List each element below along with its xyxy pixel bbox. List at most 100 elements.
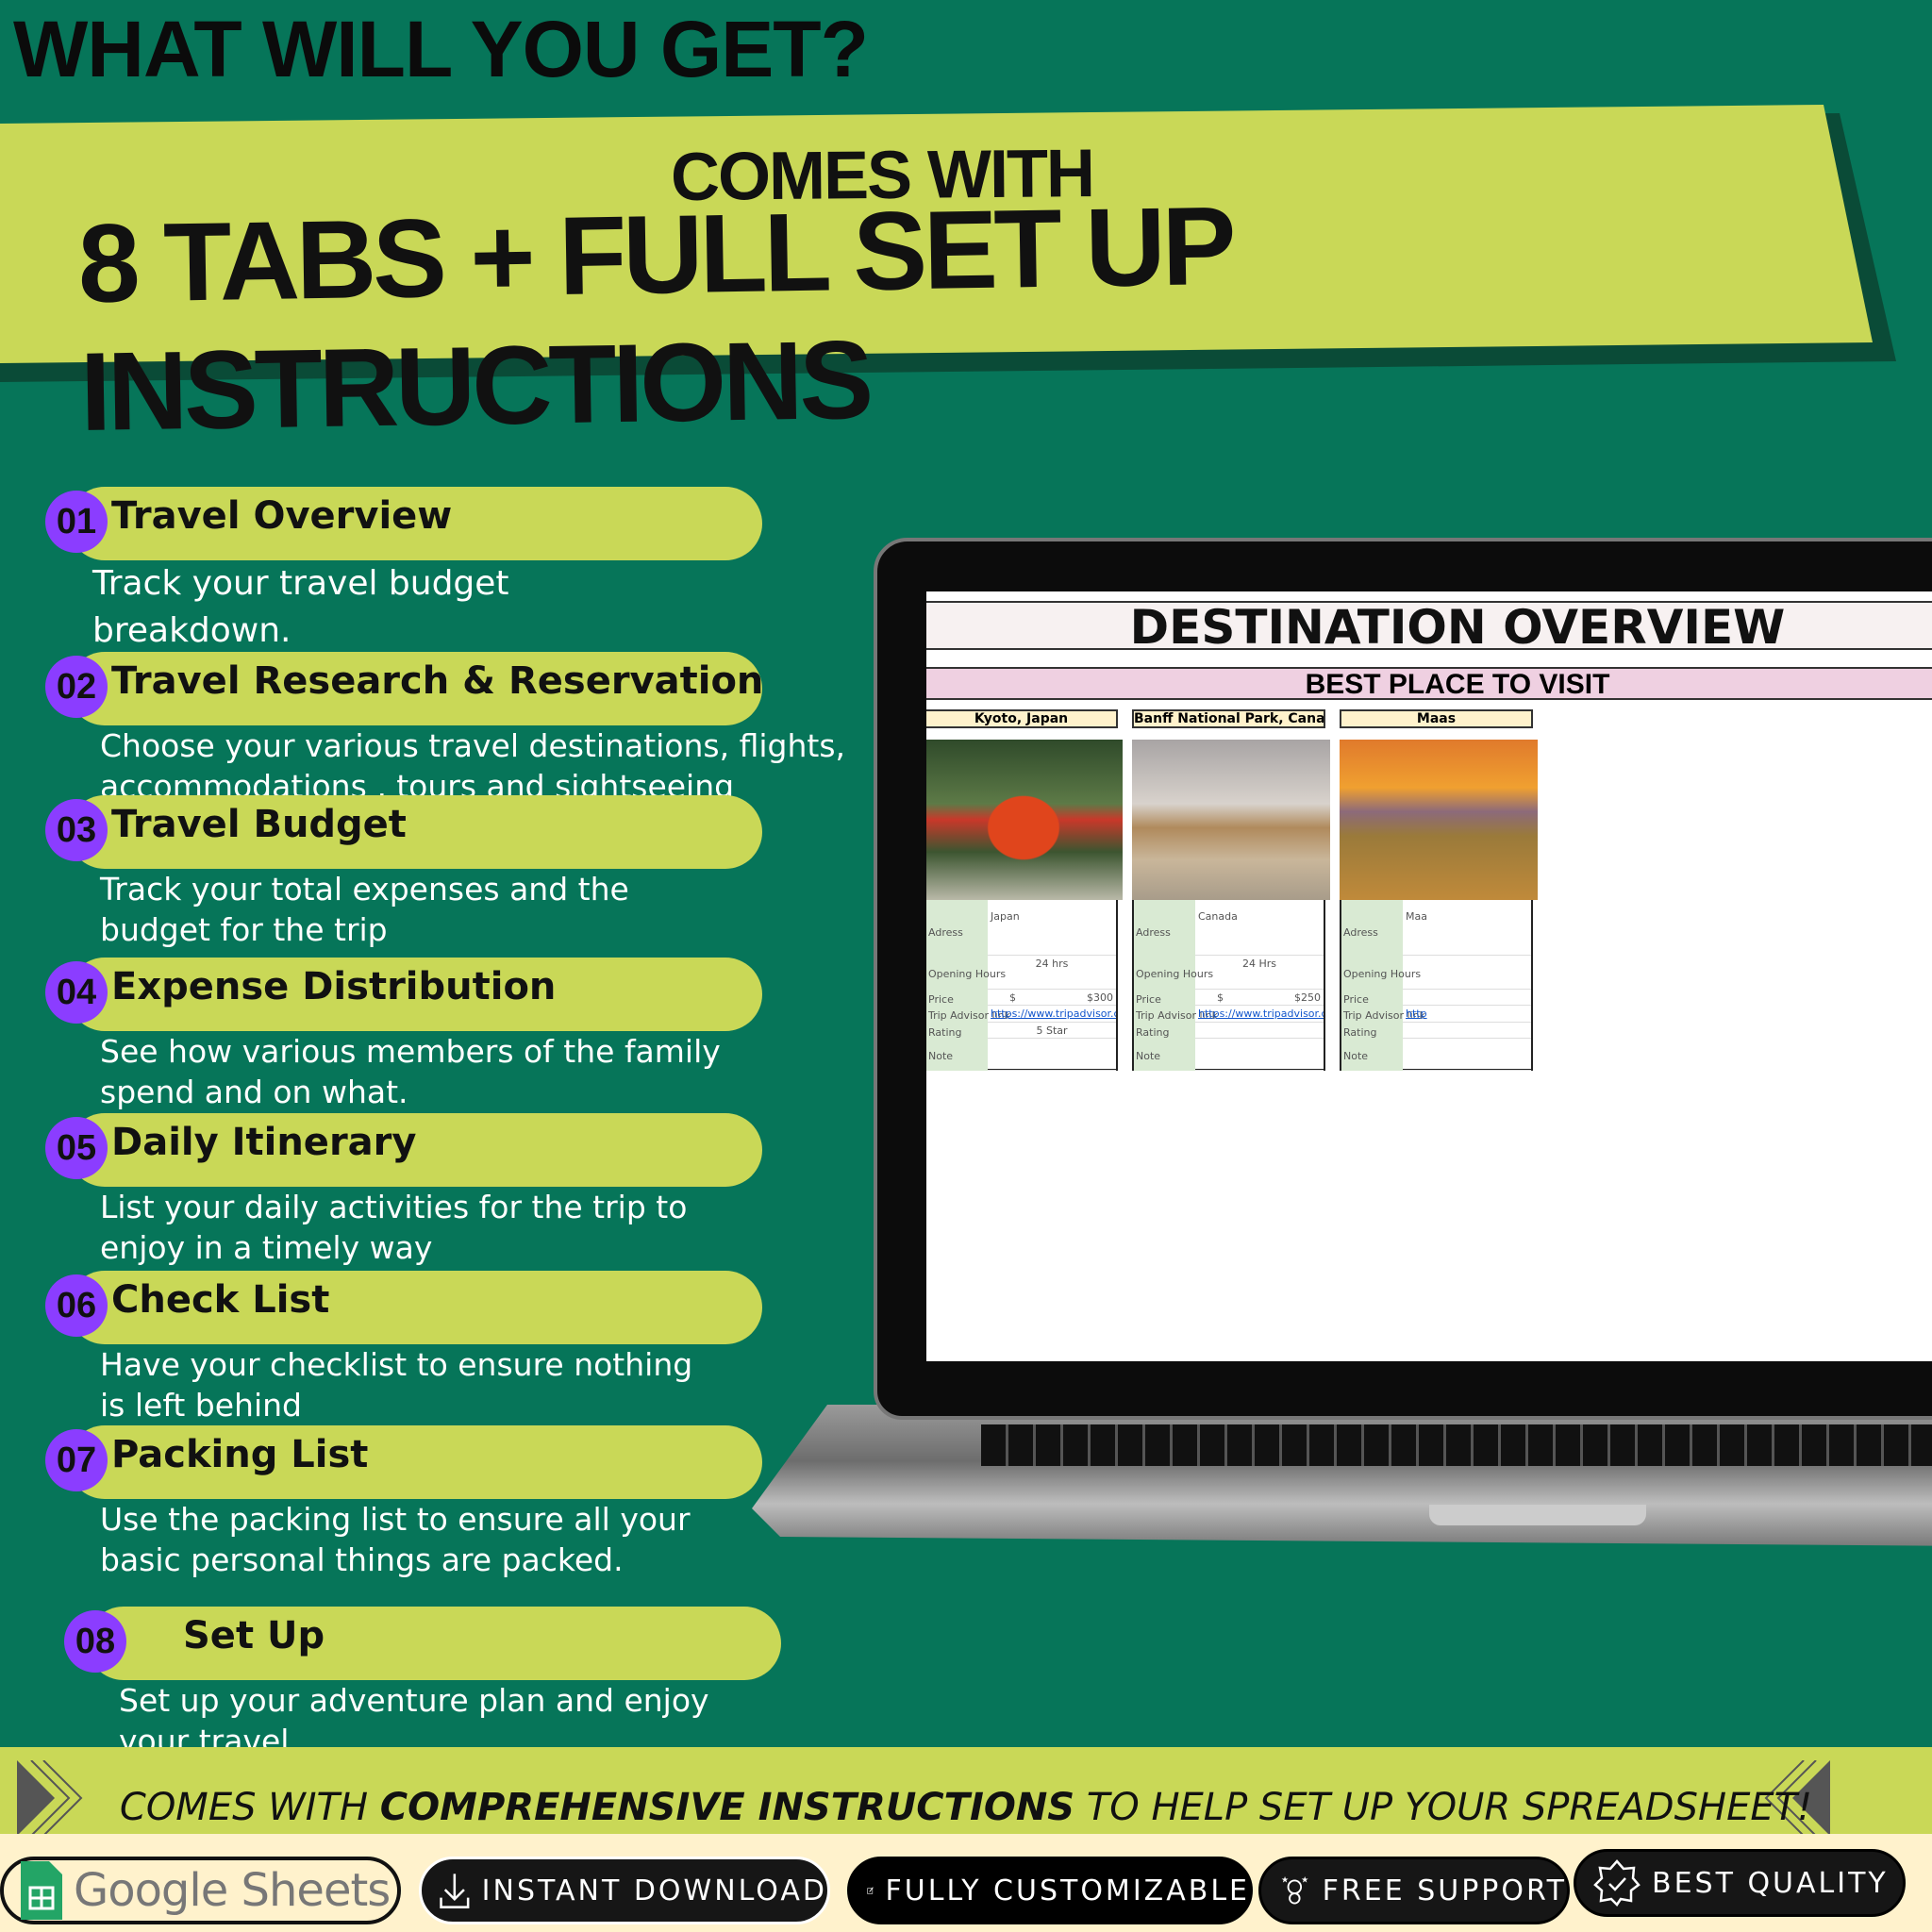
- feature-description: See how various members of the family sp…: [100, 1033, 721, 1110]
- tripadvisor-link[interactable]: http: [1406, 1008, 1427, 1020]
- support-label: FREE SUPPORT: [1322, 1874, 1567, 1907]
- row-value-price: $ $250: [1195, 990, 1324, 1006]
- download-icon: [440, 1874, 470, 1908]
- hours-value: 24 hrs: [1035, 958, 1069, 970]
- row-label-link: Trip Advisor link: [1343, 1009, 1425, 1022]
- destination-name: Maas: [1340, 709, 1533, 728]
- feature-title: Travel Budget: [111, 803, 407, 846]
- row-value-link: https://www.tripadvisor.com/Search: [1195, 1006, 1324, 1023]
- destination-name: Kyoto, Japan: [926, 709, 1118, 728]
- row-label-link: Trip Advisor link: [928, 1009, 1010, 1022]
- band-text-bold: COMPREHENSIVE INSTRUCTIONS: [379, 1786, 1075, 1829]
- feature-title: Travel Research & Reservation: [111, 659, 764, 703]
- banner-line2: 8 TABS + FULL SET UP INSTRUCTIONS: [76, 183, 1232, 455]
- row-label-address: Adress: [1136, 926, 1171, 939]
- row-label-note: Note: [1343, 1050, 1369, 1062]
- row-value-rating: 5 Star: [988, 1023, 1116, 1039]
- feature-title: Expense Distribution: [111, 965, 557, 1008]
- currency-value: $: [1009, 991, 1016, 1004]
- feature-number: 07: [45, 1429, 108, 1491]
- feature-number: 04: [45, 961, 108, 1024]
- row-value-price: [1403, 990, 1531, 1006]
- price-value: $300: [1087, 991, 1113, 1004]
- band-text-pre: COMES WITH: [119, 1786, 380, 1829]
- row-value-hours: 24 Hrs: [1195, 956, 1324, 990]
- headline: WHAT WILL YOU GET?: [13, 5, 869, 93]
- feature-number: 06: [45, 1274, 108, 1337]
- row-label-rating: Rating: [1343, 1026, 1377, 1039]
- quality-seal-icon: [1593, 1859, 1641, 1907]
- quality-label: BEST QUALITY: [1652, 1866, 1889, 1900]
- row-label-price: Price: [928, 993, 954, 1006]
- destination-photo: [1340, 740, 1538, 900]
- row-label-note: Note: [928, 1050, 954, 1062]
- destination-name: Banff National Park, Canada: [1132, 709, 1325, 728]
- feature-title: Packing List: [111, 1433, 369, 1476]
- row-label-hours: Opening Hours: [1343, 968, 1422, 980]
- row-label-hours: Opening Hours: [928, 968, 1007, 980]
- row-label-note: Note: [1136, 1050, 1161, 1062]
- sheet-subtitle: BEST PLACE TO VISIT: [926, 667, 1932, 700]
- row-label-price: Price: [1136, 993, 1161, 1006]
- feature-number: 02: [45, 656, 108, 718]
- feature-number: 05: [45, 1117, 108, 1179]
- row-value-hours: 24 hrs: [988, 956, 1116, 990]
- feature-description: List your daily activities for the trip …: [100, 1189, 688, 1266]
- address-value: Maa: [1406, 910, 1427, 923]
- row-value-address: Maa: [1403, 907, 1531, 956]
- google-sheets-badge: Google Sheets: [0, 1857, 401, 1924]
- rating-value: 5 Star: [1036, 1024, 1068, 1037]
- address-value: Canada: [1198, 910, 1238, 923]
- customizable-label: FULLY CUSTOMIZABLE: [885, 1874, 1250, 1907]
- row-value-address: Canada: [1195, 907, 1324, 956]
- row-value-address: Japan: [988, 907, 1116, 956]
- destination-photo: [926, 740, 1123, 900]
- feature-title: Daily Itinerary: [111, 1121, 417, 1164]
- row-label-address: Adress: [928, 926, 963, 939]
- row-value-link: https://www.tripadvisor.com/Search: [988, 1006, 1116, 1023]
- price-value: $250: [1294, 991, 1321, 1004]
- destination-table: Adress Japan Opening Hours 24 hrs Price $ $300…: [926, 900, 1118, 1071]
- row-value-note: [1195, 1039, 1324, 1071]
- row-label-address: Adress: [1343, 926, 1378, 939]
- tripadvisor-link[interactable]: https://www.tripadvisor.com/Search: [1198, 1008, 1324, 1020]
- feature-title: Check List: [111, 1278, 330, 1322]
- row-value-note: [1403, 1039, 1531, 1071]
- sheet-title: DESTINATION OVERVIEW: [926, 601, 1932, 652]
- row-value-hours: [1403, 956, 1531, 990]
- row-value-rating: [1195, 1023, 1324, 1039]
- currency-value: $: [1217, 991, 1224, 1004]
- google-sheets-label: Google Sheets: [74, 1864, 391, 1917]
- band-text-post: TO HELP SET UP YOUR SPREADSHEET!: [1074, 1786, 1813, 1829]
- row-label-price: Price: [1343, 993, 1369, 1006]
- feature-title: Set Up: [183, 1614, 325, 1657]
- feature-number: 01: [45, 491, 108, 553]
- feature-title: Travel Overview: [111, 494, 453, 538]
- feature-number: 08: [64, 1610, 126, 1673]
- row-value-link: http: [1403, 1006, 1531, 1023]
- svg-text:★: ★: [1301, 1876, 1310, 1886]
- feature-number: 03: [45, 799, 108, 861]
- free-support-badge: ★ ★ FREE SUPPORT: [1258, 1857, 1570, 1924]
- feature-description: Track your total expenses and the budget…: [100, 871, 629, 948]
- feature-description: Have your checklist to ensure nothing is…: [100, 1346, 693, 1424]
- spreadsheet-preview: DESTINATION OVERVIEW BEST PLACE TO VISIT…: [926, 591, 1932, 1361]
- row-value-rating: [1403, 1023, 1531, 1039]
- destination-photo: [1132, 740, 1330, 900]
- fully-customizable-badge: FULLY CUSTOMIZABLE: [847, 1857, 1253, 1924]
- row-label-rating: Rating: [1136, 1026, 1170, 1039]
- instructions-text: COMES WITH COMPREHENSIVE INSTRUCTIONS TO…: [0, 1786, 1932, 1829]
- tripadvisor-link[interactable]: https://www.tripadvisor.com/Search: [991, 1008, 1116, 1020]
- address-value: Japan: [991, 910, 1020, 923]
- feature-description: Track your travel budget breakdown.: [92, 564, 509, 650]
- row-value-price: $ $300: [988, 990, 1116, 1006]
- instant-download-badge: INSTANT DOWNLOAD: [419, 1857, 830, 1924]
- destination-table: Adress Maa Opening Hours Price Trip Advisor …: [1340, 900, 1533, 1071]
- hours-value: 24 Hrs: [1241, 958, 1277, 970]
- download-label: INSTANT DOWNLOAD: [481, 1874, 827, 1907]
- row-label-link: Trip Advisor link: [1136, 1009, 1218, 1022]
- svg-text:★: ★: [1281, 1876, 1291, 1886]
- support-icon: ★ ★: [1281, 1876, 1310, 1905]
- laptop-notch: [1429, 1505, 1646, 1525]
- edit-icon: [867, 1887, 874, 1894]
